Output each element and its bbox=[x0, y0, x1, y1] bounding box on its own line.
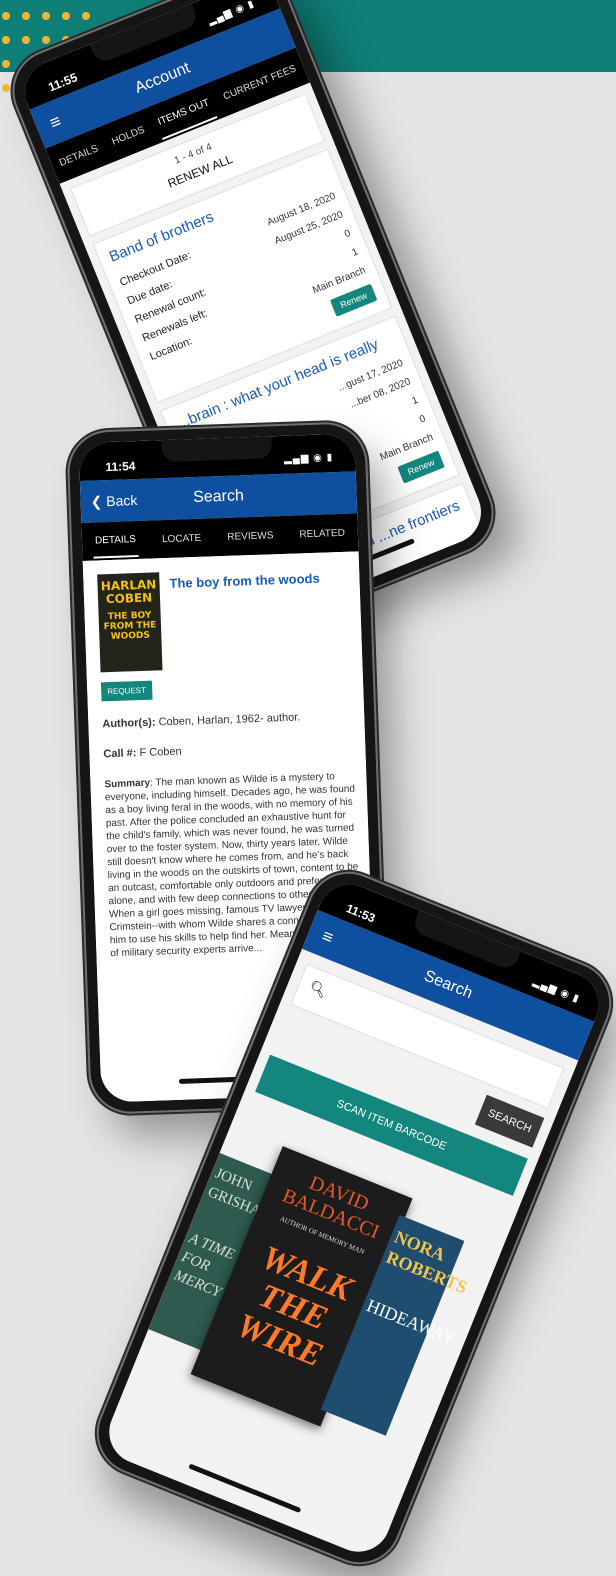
search-icon: 🔍︎ bbox=[306, 978, 330, 1000]
status-time: 11:54 bbox=[105, 459, 136, 475]
author-value: Coben, Harlan, 1962- author. bbox=[158, 711, 301, 729]
summary-label: Summary bbox=[104, 777, 151, 791]
header-title: Search bbox=[192, 487, 245, 507]
item-labels: Checkout Date: Due date: Renewal count: Ren… bbox=[118, 249, 210, 364]
call-value: F Coben bbox=[139, 745, 182, 760]
book-title: The boy from the woods bbox=[169, 570, 320, 591]
request-button[interactable]: REQUEST bbox=[100, 680, 153, 702]
tab-related[interactable]: RELATED bbox=[297, 517, 347, 550]
tab-locate[interactable]: LOCATE bbox=[159, 522, 203, 554]
tab-reviews[interactable]: REVIEWS bbox=[225, 520, 276, 553]
book-carousel: JOHN GRISHAM A TIME FOR MERCY DAVID BALD… bbox=[133, 1125, 507, 1478]
call-number-line: Call #: F Coben bbox=[103, 740, 355, 761]
tab-details[interactable]: DETAILS bbox=[92, 523, 139, 559]
call-label: Call #: bbox=[103, 747, 137, 761]
signal-wifi-battery-icon: ▂▄▆ ◉ ▮ bbox=[283, 452, 334, 465]
author-line: Author(s): Coben, Harlan, 1962- author. bbox=[102, 710, 354, 731]
book-cover: HARLAN COBEN THE BOY FROM THE WOODS bbox=[97, 572, 163, 673]
author-label: Author(s): bbox=[102, 716, 156, 731]
